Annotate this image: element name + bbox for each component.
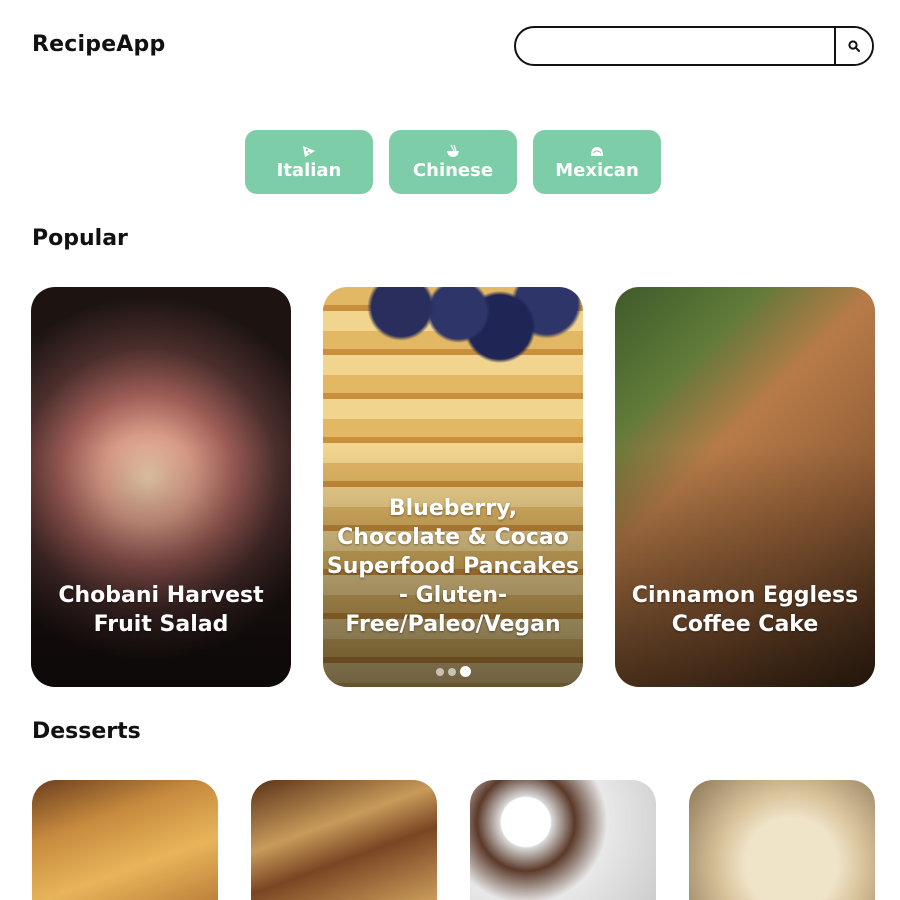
recipe-title: Chobani Harvest Fruit Salad xyxy=(58,583,264,637)
search-input[interactable] xyxy=(516,28,834,64)
carousel-dot[interactable] xyxy=(447,667,456,676)
category-italian[interactable]: Italian xyxy=(245,130,373,194)
dessert-card[interactable] xyxy=(251,780,437,900)
dessert-card[interactable] xyxy=(470,780,656,900)
desserts-heading: Desserts xyxy=(32,719,141,744)
carousel-dot[interactable] xyxy=(435,667,444,676)
dessert-card[interactable] xyxy=(689,780,875,900)
search-bar xyxy=(514,26,874,66)
category-label: Mexican xyxy=(555,159,639,181)
recipe-card[interactable]: Cinnamon Eggless Coffee Cake xyxy=(615,287,875,687)
app-logo[interactable]: RecipeApp xyxy=(32,32,165,57)
category-chinese[interactable]: Chinese xyxy=(389,130,517,194)
category-label: Chinese xyxy=(412,159,494,181)
category-mexican[interactable]: Mexican xyxy=(533,130,661,194)
recipe-card[interactable]: Blueberry, Chocolate & Cocao Superfood P… xyxy=(323,287,583,687)
recipe-card[interactable]: Chobani Harvest Fruit Salad xyxy=(31,287,291,687)
category-label: Italian xyxy=(276,159,342,181)
popular-heading: Popular xyxy=(32,226,128,251)
search-button[interactable] xyxy=(834,28,872,64)
dessert-card[interactable] xyxy=(32,780,218,900)
pizza-icon xyxy=(303,145,315,157)
category-list: Italian Chinese Mexican xyxy=(245,130,661,194)
app-header: RecipeApp xyxy=(0,0,900,92)
desserts-list xyxy=(32,780,875,900)
carousel-dot-active[interactable] xyxy=(459,666,471,677)
noodle-bowl-icon xyxy=(447,144,459,157)
card-overlay xyxy=(31,447,291,687)
card-overlay xyxy=(615,447,875,687)
search-icon xyxy=(848,40,860,52)
popular-carousel: Chobani Harvest Fruit Salad Blueberry, C… xyxy=(31,287,875,687)
carousel-dots xyxy=(323,666,583,677)
recipe-title: Blueberry, Chocolate & Cocao Superfood P… xyxy=(326,496,580,637)
taco-icon xyxy=(591,146,603,156)
recipe-title: Cinnamon Eggless Coffee Cake xyxy=(631,583,859,637)
